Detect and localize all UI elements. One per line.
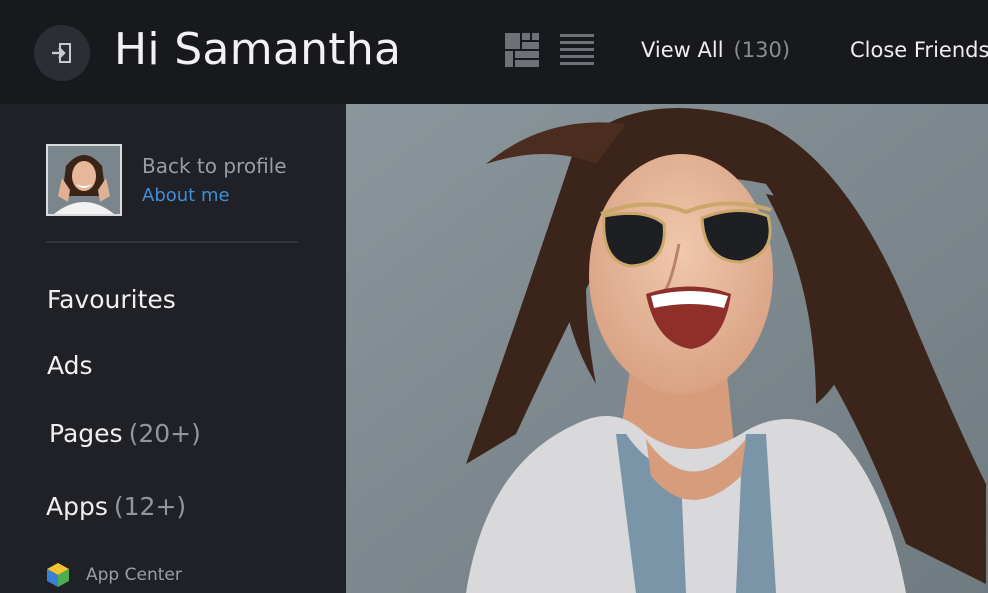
nav-view-all[interactable]: View All (130) bbox=[641, 38, 790, 62]
nav-close-friends[interactable]: Close Friends bbox=[850, 38, 988, 62]
grid-view-button[interactable] bbox=[504, 32, 540, 68]
about-me-link[interactable]: About me bbox=[142, 185, 230, 206]
grid-view-icon bbox=[505, 33, 539, 67]
sidebar-item-ads[interactable]: Ads bbox=[47, 351, 93, 380]
sidebar-item-label: Pages bbox=[49, 419, 123, 448]
avatar[interactable] bbox=[46, 144, 122, 216]
sidebar-item-pages[interactable]: Pages (20+) bbox=[49, 419, 201, 448]
top-bar: Hi Samantha View All (130) Close Friends bbox=[0, 0, 988, 104]
photo-image bbox=[346, 104, 988, 593]
list-view-button[interactable] bbox=[559, 32, 595, 68]
page-title: Hi Samantha bbox=[114, 24, 402, 75]
sidebar-item-label: Favourites bbox=[47, 285, 176, 314]
nav-view-all-label: View All bbox=[641, 38, 724, 62]
list-view-icon bbox=[560, 34, 594, 65]
sidebar-item-app-center[interactable]: App Center bbox=[46, 562, 182, 588]
app-center-cube-icon bbox=[47, 563, 69, 587]
app-center-label: App Center bbox=[86, 565, 182, 585]
sidebar-item-count: (12+) bbox=[113, 492, 187, 521]
sidebar-item-label: Ads bbox=[47, 351, 93, 380]
nav-view-all-count: (130) bbox=[733, 38, 791, 62]
logout-button[interactable] bbox=[34, 25, 90, 81]
featured-photo[interactable] bbox=[346, 104, 988, 593]
sidebar: Back to profile About me Favourites Ads … bbox=[0, 104, 346, 593]
sidebar-item-favourites[interactable]: Favourites bbox=[47, 285, 176, 314]
sidebar-item-count: (20+) bbox=[128, 419, 201, 448]
app-window: Hi Samantha View All (130) Close Friends… bbox=[0, 0, 988, 593]
sidebar-item-apps[interactable]: Apps (12+) bbox=[46, 492, 186, 521]
sidebar-divider bbox=[46, 241, 298, 243]
avatar-photo bbox=[48, 146, 120, 214]
sidebar-item-label: Apps bbox=[46, 492, 108, 521]
back-to-profile-link[interactable]: Back to profile bbox=[142, 154, 287, 178]
exit-icon bbox=[52, 43, 71, 63]
nav-close-friends-label: Close Friends bbox=[850, 38, 988, 62]
